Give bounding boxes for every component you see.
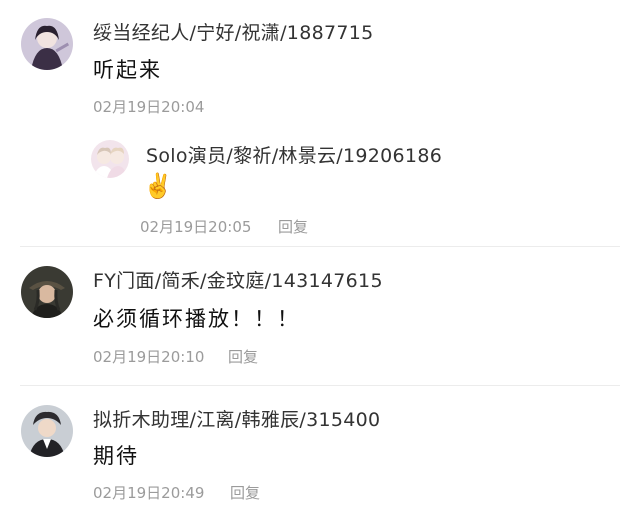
comment-username[interactable]: 拟折木助理/江离/韩雅辰/315400: [93, 405, 380, 432]
reply-username[interactable]: Solo演员/黎祈/林景云/19206186: [146, 141, 442, 168]
reply-content: ✌️: [143, 172, 173, 200]
comment-timestamp: 02月19日20:10: [93, 348, 205, 366]
comment-timestamp: 02月19日20:49: [93, 484, 205, 502]
avatar[interactable]: [21, 266, 73, 318]
comment-item: 绥当经纪人/宁好/祝潇/1887715 听起来 02月19日20:04 Solo…: [0, 0, 640, 245]
avatar[interactable]: [21, 405, 73, 457]
comment-content: 听起来: [93, 58, 162, 82]
comment-content: 期待: [93, 444, 139, 468]
reply-button[interactable]: 回复: [230, 482, 260, 503]
comment-content: 必须循环播放！！！: [93, 307, 300, 331]
comment-username[interactable]: 绥当经纪人/宁好/祝潇/1887715: [93, 18, 374, 45]
comment-item: 拟折木助理/江离/韩雅辰/315400 期待 02月19日20:49 回复: [0, 386, 640, 524]
reply-button[interactable]: 回复: [228, 346, 258, 367]
reply-button[interactable]: 回复: [278, 216, 308, 237]
avatar[interactable]: [91, 140, 129, 178]
comment-timestamp: 02月19日20:04: [93, 98, 205, 116]
comment-username[interactable]: FY门面/简禾/金玟庭/143147615: [93, 266, 383, 293]
avatar[interactable]: [21, 18, 73, 70]
comment-item: FY门面/简禾/金玟庭/143147615 必须循环播放！！！ 02月19日20…: [0, 247, 640, 385]
reply-timestamp: 02月19日20:05: [140, 218, 252, 236]
